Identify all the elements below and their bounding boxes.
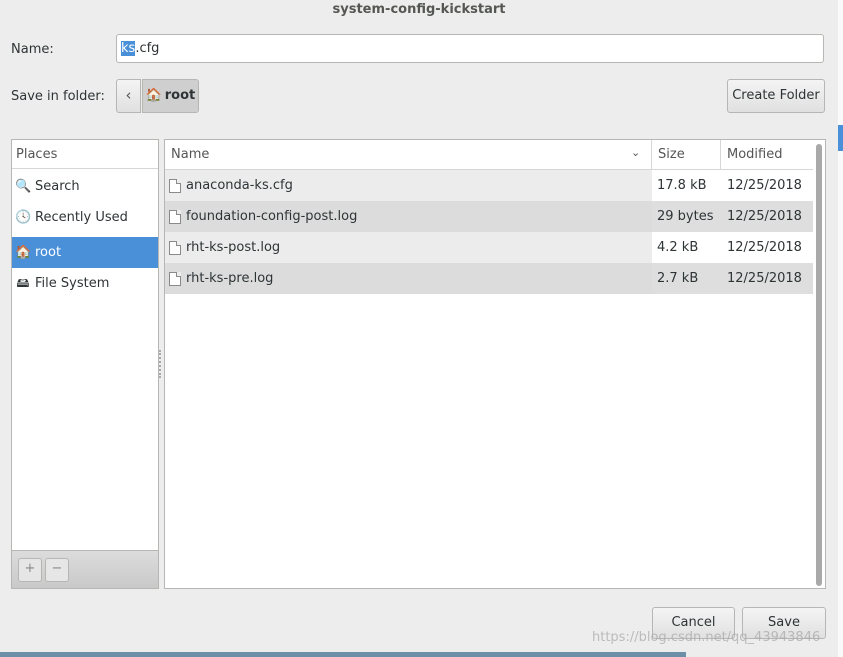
file-modified: 12/25/2018 bbox=[721, 263, 813, 294]
place-item-label: root bbox=[35, 245, 62, 260]
drive-icon: 🖴 bbox=[16, 275, 30, 291]
file-name: anaconda-ks.cfg bbox=[186, 178, 293, 193]
text-file-icon bbox=[169, 178, 181, 193]
file-modified: 12/25/2018 bbox=[727, 178, 802, 193]
place-item-root[interactable]: 🏠 root bbox=[12, 237, 158, 268]
text-file-icon bbox=[169, 240, 181, 255]
path-bar-root-button[interactable]: 🏠 root bbox=[142, 79, 199, 113]
place-item-search[interactable]: 🔍 Search bbox=[12, 171, 158, 202]
place-item-recently-used[interactable]: 🕓 Recently Used bbox=[12, 202, 158, 233]
create-folder-button[interactable]: Create Folder bbox=[727, 79, 825, 113]
place-item-label: File System bbox=[35, 276, 110, 291]
path-bar-root-label: root bbox=[164, 88, 196, 103]
text-file-icon bbox=[169, 209, 181, 224]
watermark-text: https://blog.csdn.net/qq_43943846 bbox=[592, 630, 821, 645]
column-header-modified[interactable]: Modified bbox=[721, 140, 813, 170]
file-modified: 12/25/2018 bbox=[721, 201, 813, 232]
filename-input[interactable]: ks.cfg bbox=[116, 34, 824, 63]
file-name: rht-ks-post.log bbox=[186, 240, 281, 255]
file-row[interactable]: foundation-config-post.log 29 bytes 12/2… bbox=[165, 201, 813, 232]
file-modified: 12/25/2018 bbox=[727, 240, 802, 255]
filename-extension: .cfg bbox=[135, 41, 160, 56]
places-header: Places bbox=[12, 140, 158, 169]
recent-icon: 🕓 bbox=[15, 209, 32, 225]
column-header-size[interactable]: Size bbox=[652, 140, 721, 170]
plus-icon: + bbox=[24, 561, 36, 576]
file-list-scrollbar[interactable] bbox=[816, 144, 822, 586]
file-name: rht-ks-pre.log bbox=[186, 271, 274, 286]
place-item-label: Recently Used bbox=[35, 210, 128, 225]
file-size: 29 bytes bbox=[652, 201, 721, 232]
column-header-name-label: Name bbox=[171, 147, 210, 162]
file-row[interactable]: anaconda-ks.cfg 17.8 kB 12/25/2018 bbox=[165, 170, 813, 201]
file-row[interactable]: rht-ks-pre.log 2.7 kB 12/25/2018 bbox=[165, 263, 813, 294]
place-item-label: Search bbox=[35, 179, 80, 194]
name-label: Name: bbox=[11, 42, 54, 57]
background-window-edge bbox=[838, 0, 843, 657]
home-folder-icon: 🏠 bbox=[15, 244, 32, 260]
home-folder-icon: 🏠 bbox=[145, 88, 162, 103]
path-back-button[interactable]: ‹ bbox=[116, 79, 141, 113]
remove-bookmark-button[interactable]: − bbox=[45, 558, 69, 582]
save-in-folder-label: Save in folder: bbox=[11, 89, 105, 104]
file-name: foundation-config-post.log bbox=[186, 209, 358, 224]
file-size: 2.7 kB bbox=[652, 263, 721, 294]
text-file-icon bbox=[169, 271, 181, 286]
place-item-file-system[interactable]: 🖴 File System bbox=[12, 268, 158, 299]
background-window-strip bbox=[0, 652, 686, 657]
file-list: Name ⌄ Size Modified anaconda-ks.cfg 17.… bbox=[164, 139, 826, 589]
chevron-left-icon: ‹ bbox=[125, 86, 132, 104]
minus-icon: − bbox=[51, 561, 63, 576]
window-title: system-config-kickstart bbox=[332, 2, 506, 17]
file-row[interactable]: rht-ks-post.log 4.2 kB 12/25/2018 bbox=[165, 232, 813, 263]
file-size: 4.2 kB bbox=[657, 240, 699, 255]
sort-down-icon: ⌄ bbox=[631, 146, 641, 159]
add-bookmark-button[interactable]: + bbox=[18, 558, 42, 582]
file-size: 17.8 kB bbox=[657, 178, 707, 193]
search-icon: 🔍 bbox=[15, 178, 32, 194]
places-sidebar: Places 🔍 Search 🕓 Recently Used 🏠 root 🖴… bbox=[11, 139, 159, 551]
filename-selection: ks bbox=[121, 41, 136, 56]
column-header-name[interactable]: Name bbox=[165, 140, 652, 170]
places-toolbar: + − bbox=[11, 551, 159, 589]
file-rows: anaconda-ks.cfg 17.8 kB 12/25/2018 found… bbox=[165, 170, 813, 294]
save-dialog: system-config-kickstart Name: ks.cfg Sav… bbox=[0, 0, 838, 657]
background-window-accent bbox=[838, 125, 843, 151]
